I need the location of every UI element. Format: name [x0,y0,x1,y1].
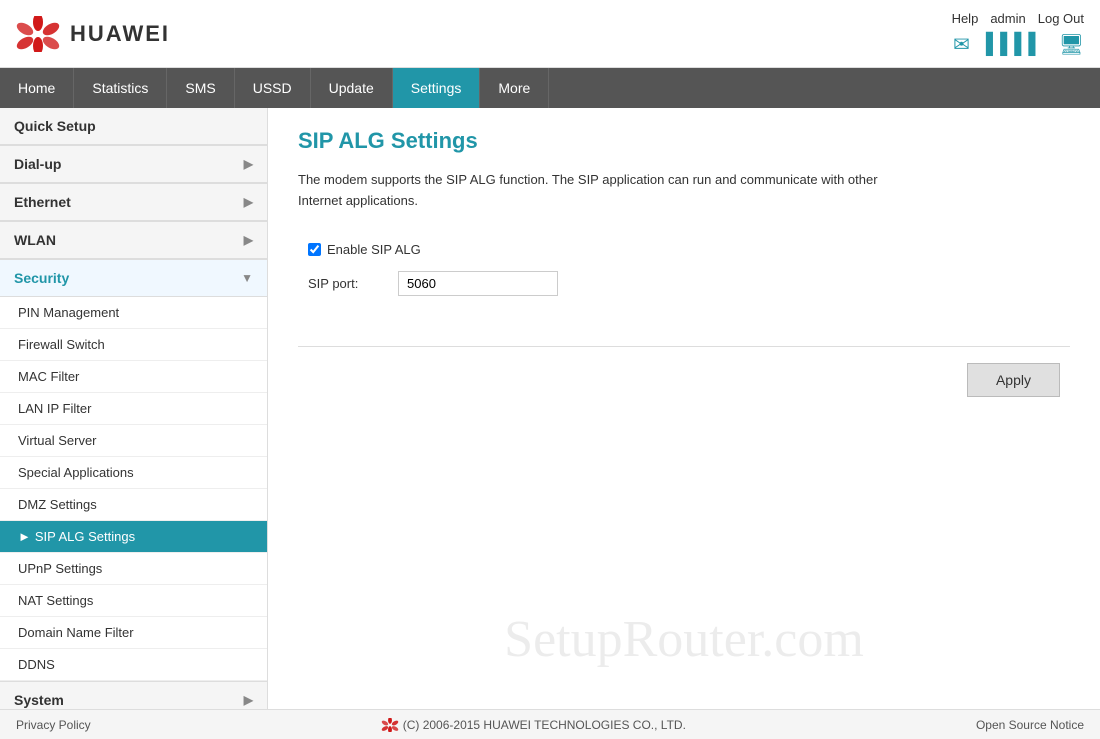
email-icon[interactable]: ✉ [953,32,970,57]
security-arrow: ▼ [241,271,253,285]
nav-statistics[interactable]: Statistics [74,68,167,108]
enable-sip-row: Enable SIP ALG [308,242,1070,257]
description-line1: The modem supports the SIP ALG function.… [298,172,878,187]
huawei-logo-icon [16,16,60,52]
sip-port-label: SIP port: [308,276,388,291]
sidebar-item-mac-filter[interactable]: MAC Filter [0,361,267,393]
enable-sip-label[interactable]: Enable SIP ALG [308,242,421,257]
logout-link[interactable]: Log Out [1038,11,1084,26]
sidebar-item-system[interactable]: System ▶ [0,682,267,709]
sidebar-item-firewall-switch[interactable]: Firewall Switch [0,329,267,361]
sip-port-row: SIP port: [308,271,1070,296]
enable-sip-checkbox[interactable] [308,243,321,256]
sidebar-item-security[interactable]: Security ▼ [0,260,267,297]
sidebar-item-ddns[interactable]: DDNS [0,649,267,681]
sidebar-item-pin-management[interactable]: PIN Management [0,297,267,329]
sidebar-item-sip-alg-settings[interactable]: ► SIP ALG Settings [0,521,267,553]
nav-sms[interactable]: SMS [167,68,234,108]
sidebar-section-security: Security ▼ PIN Management Firewall Switc… [0,260,267,682]
logo-area: HUAWEI [16,16,170,52]
wlan-arrow: ▶ [244,233,253,247]
sidebar-item-domain-name-filter[interactable]: Domain Name Filter [0,617,267,649]
header: HUAWEI Help admin Log Out ✉ ▌▌▌▌ 🖥 [0,0,1100,68]
signal-icon: ▌▌▌▌ [986,33,1043,56]
form-area: Enable SIP ALG SIP port: [298,232,1070,330]
sidebar-item-dial-up[interactable]: Dial-up ▶ [0,146,267,183]
footer: Privacy Policy (C) 2006-2015 HUAWEI TECH… [0,709,1100,739]
sidebar-section-wlan: WLAN ▶ [0,222,267,260]
nav-ussd[interactable]: USSD [235,68,311,108]
enable-sip-text: Enable SIP ALG [327,242,421,257]
page-title: SIP ALG Settings [298,128,1070,154]
sidebar-item-wlan[interactable]: WLAN ▶ [0,222,267,259]
nav-update[interactable]: Update [311,68,393,108]
admin-label: admin [990,11,1025,26]
footer-logo: (C) 2006-2015 HUAWEI TECHNOLOGIES CO., L… [381,718,686,732]
sidebar-item-dmz-settings[interactable]: DMZ Settings [0,489,267,521]
footer-huawei-icon [381,718,399,732]
nav-more[interactable]: More [480,68,549,108]
sidebar-item-lan-ip-filter[interactable]: LAN IP Filter [0,393,267,425]
logo-text: HUAWEI [70,21,170,47]
dial-up-arrow: ▶ [244,157,253,171]
header-icons: ✉ ▌▌▌▌ 🖥 [953,32,1084,57]
ethernet-arrow: ▶ [244,195,253,209]
form-divider [298,346,1070,347]
layout: Quick Setup Dial-up ▶ Ethernet ▶ WLAN ▶ [0,108,1100,709]
main-content: SIP ALG Settings The modem supports the … [268,108,1100,709]
watermark: SetupRouter.com [504,610,864,669]
sip-port-input[interactable] [398,271,558,296]
nav-settings[interactable]: Settings [393,68,481,108]
user-actions: Help admin Log Out [952,11,1084,26]
open-source-link[interactable]: Open Source Notice [976,718,1084,732]
nav-home[interactable]: Home [0,68,74,108]
sidebar-item-quick-setup[interactable]: Quick Setup [0,108,267,145]
sidebar-section-quick-setup: Quick Setup [0,108,267,146]
sidebar-section-dial-up: Dial-up ▶ [0,146,267,184]
footer-copyright: (C) 2006-2015 HUAWEI TECHNOLOGIES CO., L… [403,718,686,732]
system-arrow: ▶ [244,693,253,707]
sidebar-item-special-applications[interactable]: Special Applications [0,457,267,489]
description: The modem supports the SIP ALG function.… [298,170,1070,212]
privacy-policy-link[interactable]: Privacy Policy [16,718,91,732]
monitor-icon[interactable]: 🖥 [1059,32,1084,57]
sidebar-item-nat-settings[interactable]: NAT Settings [0,585,267,617]
sidebar-item-upnp-settings[interactable]: UPnP Settings [0,553,267,585]
sidebar-item-ethernet[interactable]: Ethernet ▶ [0,184,267,221]
sidebar-item-virtual-server[interactable]: Virtual Server [0,425,267,457]
sidebar-section-ethernet: Ethernet ▶ [0,184,267,222]
apply-row: Apply [298,363,1070,397]
description-line2: Internet applications. [298,193,418,208]
sidebar: Quick Setup Dial-up ▶ Ethernet ▶ WLAN ▶ [0,108,268,709]
nav-bar: Home Statistics SMS USSD Update Settings… [0,68,1100,108]
help-link[interactable]: Help [952,11,979,26]
header-right: Help admin Log Out ✉ ▌▌▌▌ 🖥 [952,11,1084,57]
apply-button[interactable]: Apply [967,363,1060,397]
sidebar-section-system: System ▶ [0,682,267,709]
